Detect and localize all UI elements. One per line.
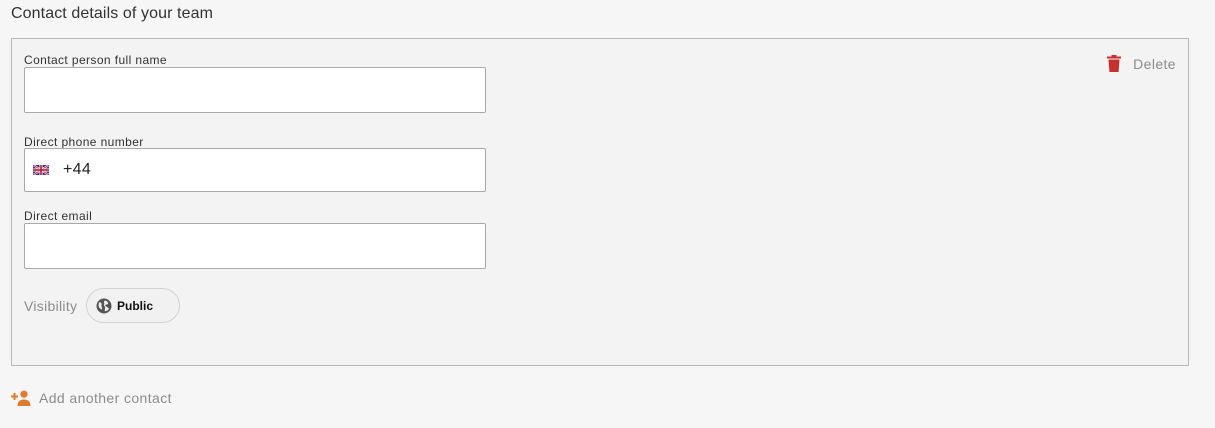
uk-flag-icon[interactable]	[33, 165, 49, 175]
visibility-label: Visibility	[24, 298, 78, 314]
add-contact-label: Add another contact	[39, 390, 172, 406]
dial-code: +44	[63, 161, 92, 178]
phone-label: Direct phone number	[24, 135, 144, 149]
visibility-toggle[interactable]: Public	[86, 288, 180, 323]
globe-icon	[96, 298, 112, 313]
full-name-label: Contact person full name	[24, 53, 168, 67]
add-person-icon	[11, 390, 31, 406]
trash-icon	[1107, 55, 1122, 72]
delete-label: Delete	[1133, 55, 1176, 72]
email-label: Direct email	[24, 209, 93, 223]
section-title: Contact details of your team	[11, 5, 214, 22]
contact-card: Delete Contact person full name Direct p…	[11, 38, 1189, 366]
add-another-contact-button[interactable]: Add another contact	[11, 390, 172, 406]
phone-input[interactable]: +44	[24, 148, 486, 192]
full-name-input[interactable]	[24, 67, 486, 113]
delete-button[interactable]: Delete	[1107, 55, 1176, 72]
email-input[interactable]	[24, 223, 486, 269]
visibility-value: Public	[117, 298, 154, 313]
